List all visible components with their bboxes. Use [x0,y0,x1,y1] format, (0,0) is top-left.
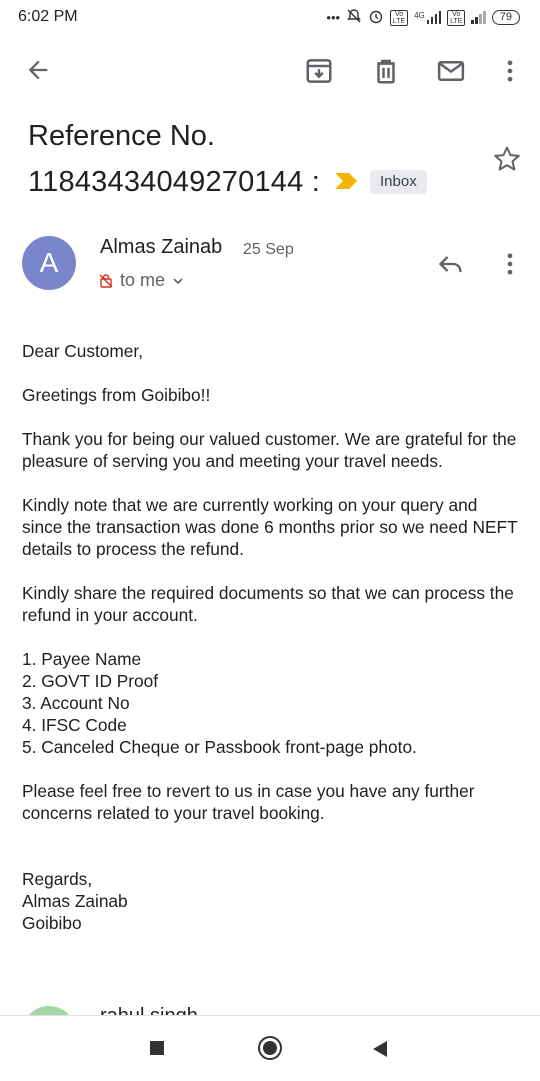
signal-icon: 4G [414,11,442,24]
back-nav-button[interactable] [372,1040,388,1063]
email-subject-line2: 11843434049270144 : [28,166,320,198]
body-paragraph: Thank you for being our valued customer.… [22,429,517,471]
recipient-details-toggle[interactable]: to me [98,270,185,291]
signature: Regards, Almas Zainab Goibibo [22,868,522,934]
home-button[interactable] [257,1035,283,1066]
recipient-label: to me [120,270,166,290]
system-nav-bar [0,1015,540,1081]
list-item: 3. Account No [22,693,130,713]
volte-icon: Vo LTE [390,9,409,26]
body-paragraph: Dear Customer, [22,341,144,361]
status-bar: 6:02 PM ••• Vo LTE 4G Vo LTE 79 [0,0,540,34]
recents-button[interactable] [149,1040,165,1061]
status-icons: ••• Vo LTE 4G Vo LTE 79 [326,8,520,27]
reply-button[interactable] [436,250,466,278]
signature-line: Goibibo [22,913,82,933]
requirements-list: 1. Payee Name 2. GOVT ID Proof 3. Accoun… [22,648,522,758]
message-more-button[interactable] [496,250,524,278]
more-vert-icon [507,253,513,275]
signature-line: Almas Zainab [22,891,128,911]
star-icon [494,146,520,171]
alarm-icon [368,8,384,27]
signal-icon-2 [471,11,486,24]
sender-name: Almas Zainab [100,236,223,258]
arrow-left-icon [28,60,48,80]
square-icon [150,1041,164,1055]
email-subject-line1: Reference No. [28,120,215,152]
body-paragraph: Kindly note that we are currently workin… [22,495,518,559]
importance-marker-icon[interactable] [333,171,359,196]
mark-unread-button[interactable] [436,56,466,86]
email-date: 25 Sep [243,241,294,258]
list-item: 5. Canceled Cheque or Passbook front-pag… [22,737,417,757]
sender-avatar[interactable]: A [22,236,76,290]
volte-icon-2: Vo LTE [447,9,466,26]
back-button[interactable] [24,56,52,84]
body-paragraph: Kindly share the required documents so t… [22,583,514,625]
battery-icon: 79 [491,10,520,25]
archive-button[interactable] [304,56,334,86]
mail-icon [437,61,465,81]
reply-icon [438,256,462,273]
status-time: 6:02 PM [18,8,78,25]
trash-icon [377,59,395,84]
list-item: 2. GOVT ID Proof [22,671,159,691]
email-body: Dear Customer, Greetings from Goibibo!! … [22,340,522,956]
notification-dots: ••• [326,10,341,25]
chevron-down-icon [173,277,183,284]
body-paragraph: Greetings from Goibibo!! [22,385,211,405]
list-item: 1. Payee Name [22,649,142,669]
more-options-button[interactable] [496,56,524,86]
mute-icon [346,8,362,27]
circle-home-icon [258,1036,282,1060]
archive-icon [306,59,332,83]
label-chip-inbox[interactable]: Inbox [370,170,427,194]
list-item: 4. IFSC Code [22,715,127,735]
signature-line: Regards, [22,869,93,889]
no-image-icon [99,273,113,288]
body-closing: Please feel free to revert to us in case… [22,781,475,823]
star-button[interactable] [492,144,522,174]
delete-button[interactable] [371,56,401,86]
more-vert-icon [507,60,513,82]
triangle-back-icon [373,1041,387,1057]
